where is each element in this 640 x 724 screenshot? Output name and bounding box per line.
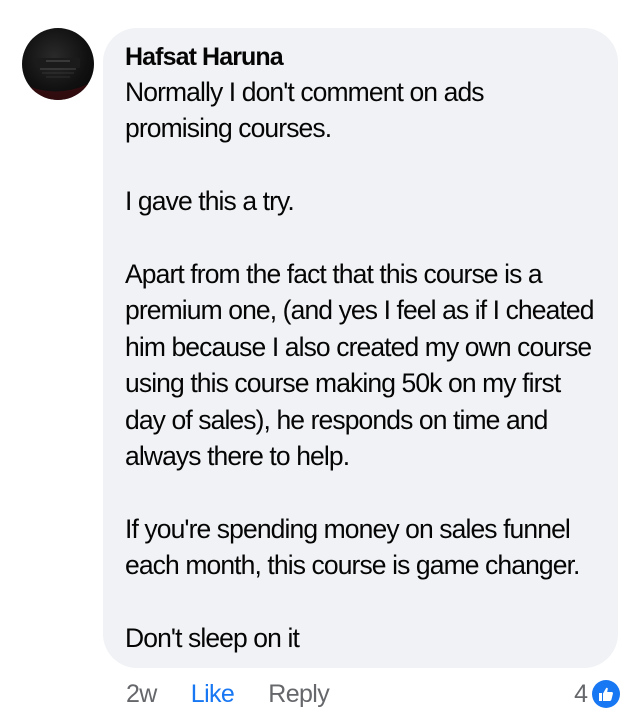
like-button[interactable]: Like (191, 680, 235, 709)
comment-paragraph: Normally I don't comment on ads promisin… (125, 77, 485, 144)
avatar[interactable] (22, 28, 94, 100)
reaction-count: 4 (574, 679, 588, 708)
comment-bubble: Hafsat Haruna Normally I don't comment o… (103, 28, 618, 668)
reaction-summary[interactable]: 4 (574, 676, 620, 712)
comment-body: Normally I don't comment on ads promisin… (125, 74, 596, 656)
comment-actions: 2w Like Reply (126, 676, 330, 712)
author-name[interactable]: Hafsat Haruna (125, 42, 596, 72)
comment: Hafsat Haruna Normally I don't comment o… (0, 0, 640, 724)
thumbs-up-icon (599, 687, 613, 701)
avatar-image (22, 58, 94, 100)
reply-button[interactable]: Reply (268, 680, 330, 709)
comment-paragraph: If you're spending money on sales funnel… (125, 513, 580, 581)
timestamp[interactable]: 2w (126, 680, 157, 709)
like-icon (592, 680, 620, 708)
comment-paragraph: Apart from the fact that this course is … (125, 259, 594, 472)
comment-paragraph: Don't sleep on it (125, 623, 300, 654)
comment-paragraph: I gave this a try. (125, 186, 295, 217)
